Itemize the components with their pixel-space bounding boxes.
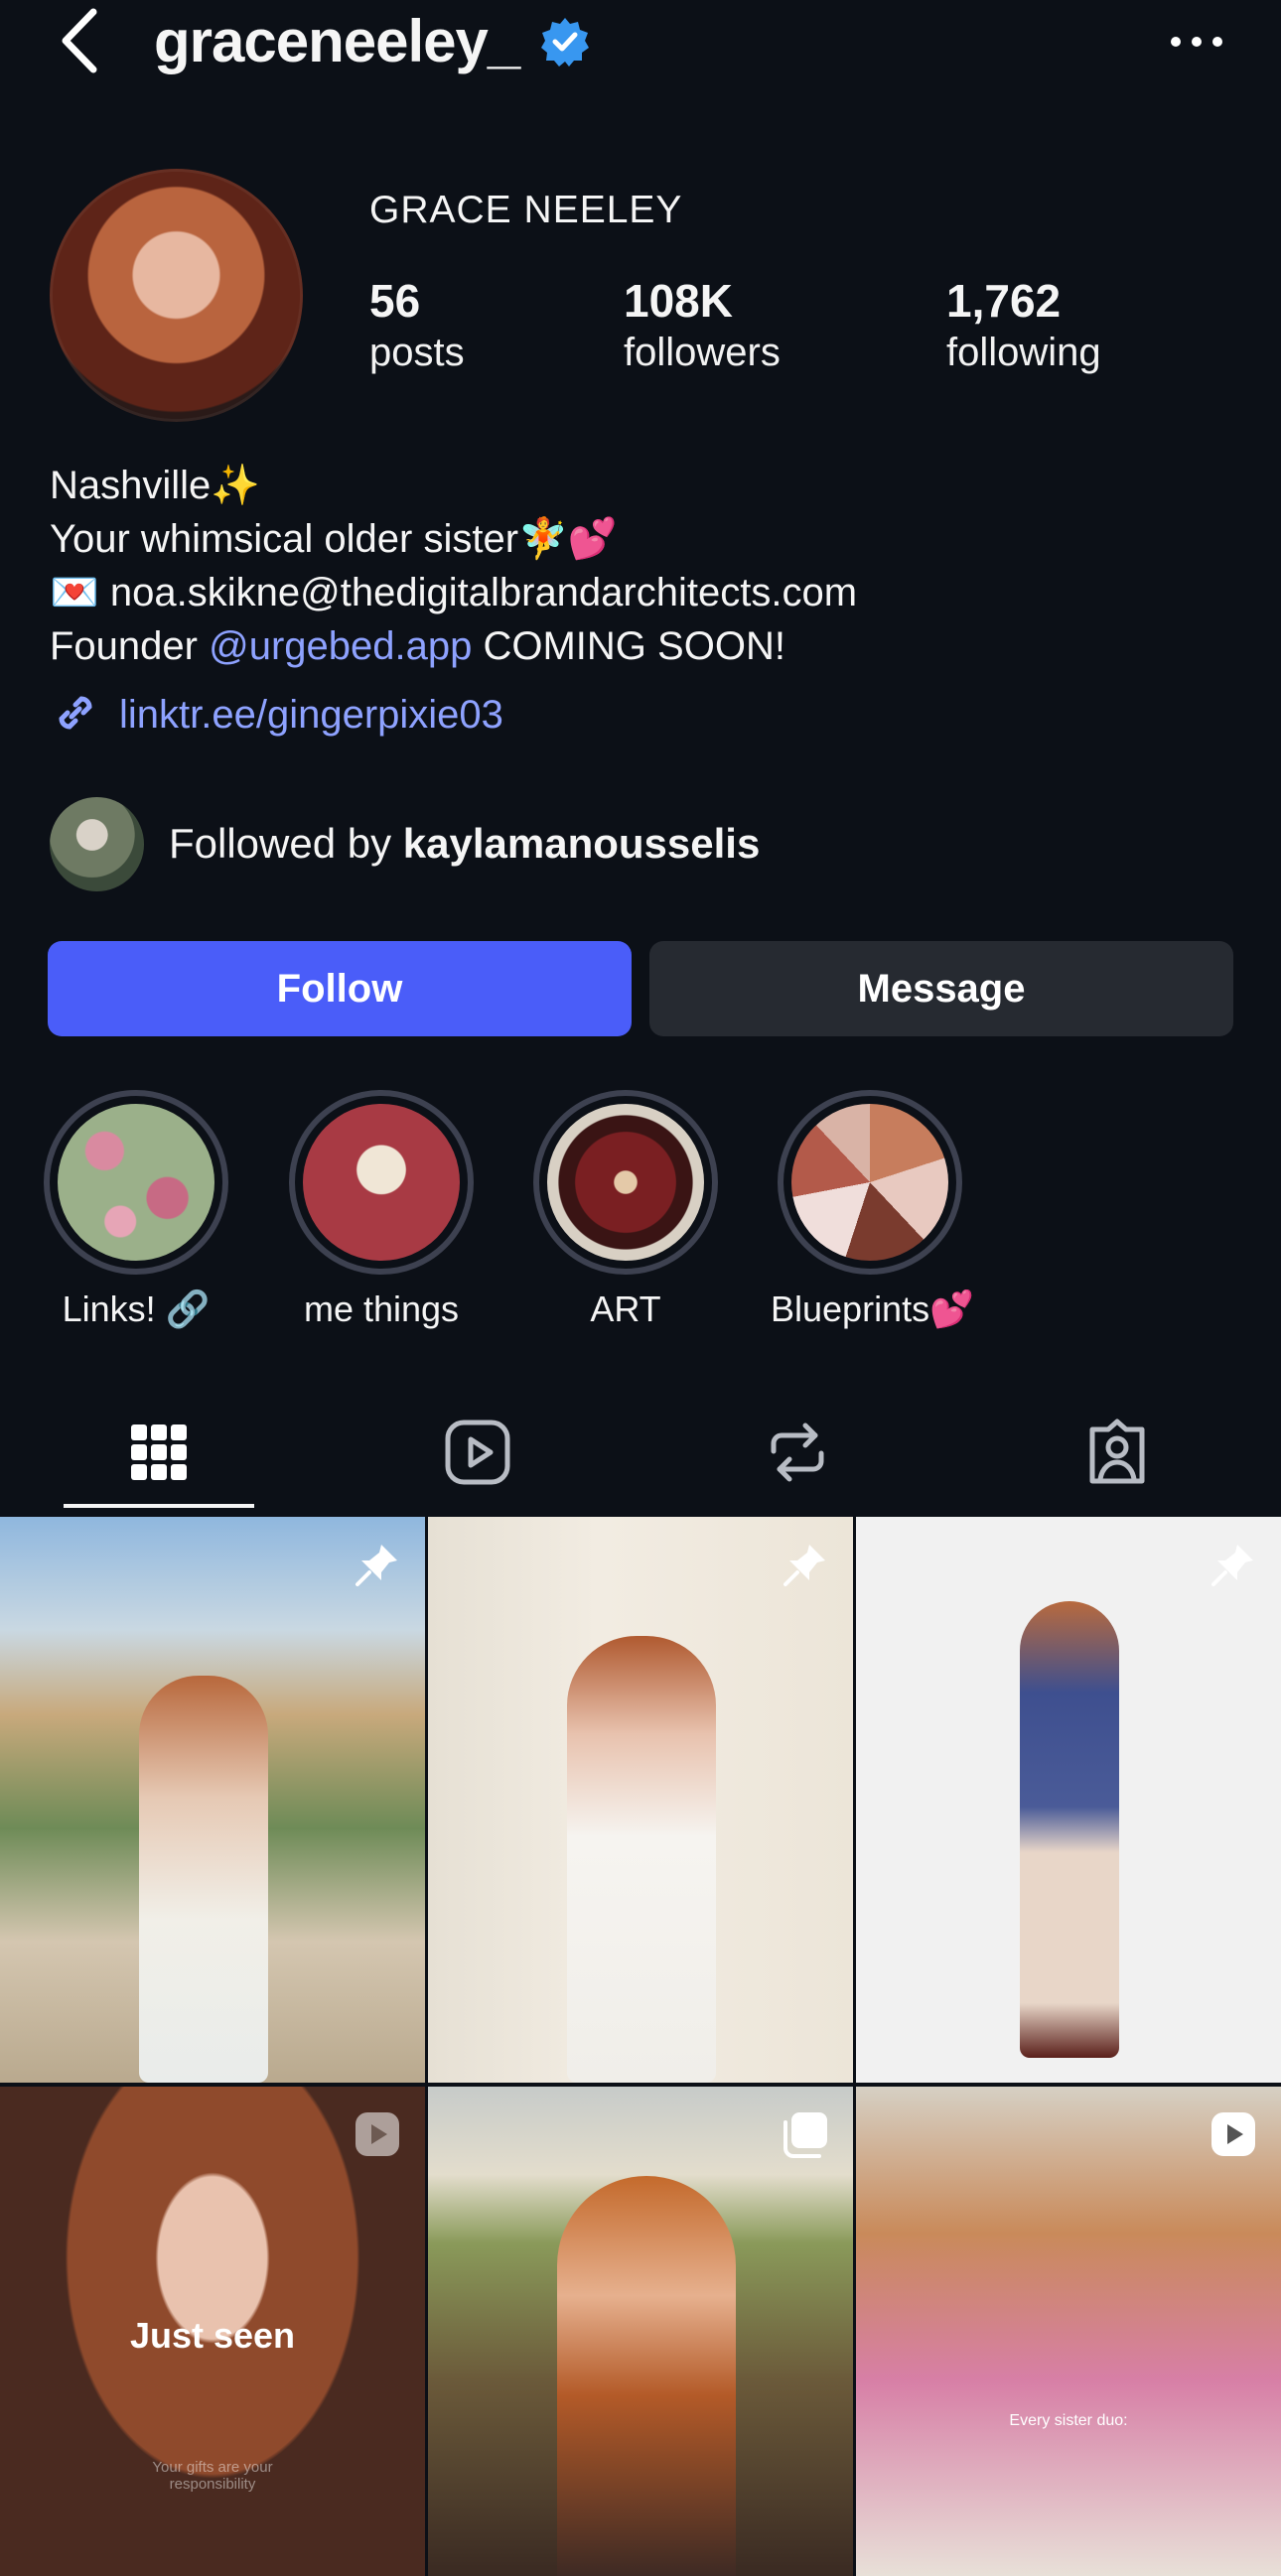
link-icon <box>50 687 101 744</box>
stat-following-label: following <box>946 331 1101 374</box>
highlight-cover <box>791 1104 948 1261</box>
tab-tagged[interactable] <box>1023 1400 1211 1509</box>
profile-full-name: GRACE NEELEY <box>369 189 683 231</box>
stat-posts-label: posts <box>369 331 465 374</box>
followed-by-prefix: Followed by <box>169 820 403 867</box>
post-caption-overlay: Every sister duo: <box>1009 2412 1128 2429</box>
verified-badge-icon <box>539 16 591 68</box>
grid-icon <box>129 1421 189 1489</box>
bio-line-email: 💌 noa.skikne@thedigitalbrandarchitects.c… <box>50 571 858 614</box>
post-tile[interactable]: Every sister duo: <box>856 2087 1281 2576</box>
post-tile[interactable] <box>856 1517 1281 2083</box>
followed-by-text: Followed by kaylamanousselis <box>169 820 760 868</box>
bio-line-location: Nashville✨ <box>50 464 261 507</box>
external-link[interactable]: linktr.ee/gingerpixie03 <box>50 685 503 745</box>
followed-by-row[interactable]: Followed by kaylamanousselis <box>50 794 760 893</box>
bio-mention-link[interactable]: @urgebed.app <box>209 624 472 668</box>
highlight-blueprints[interactable]: Blueprints💕 <box>771 1090 974 1330</box>
highlight-ring <box>533 1090 718 1275</box>
message-button[interactable]: Message <box>649 941 1233 1036</box>
highlight-ring <box>44 1090 228 1275</box>
reposts-icon <box>766 1418 829 1492</box>
follow-button[interactable]: Follow <box>48 941 632 1036</box>
profile-avatar[interactable] <box>50 169 303 422</box>
bio-founder-suffix: COMING SOON! <box>472 624 785 668</box>
reel-icon <box>1208 2108 1259 2160</box>
active-tab-indicator <box>64 1504 254 1508</box>
follower-avatar <box>50 796 144 891</box>
highlight-cover <box>58 1104 214 1261</box>
profile-username: graceneeley_ <box>154 8 520 74</box>
carousel-icon <box>780 2108 831 2160</box>
highlight-label: me things <box>303 1288 460 1329</box>
top-bar: graceneeley_ <box>0 0 1281 89</box>
stat-following-value: 1,762 <box>946 275 1062 327</box>
posts-grid: Just seen Your gifts are your responsibi… <box>0 1517 1281 2576</box>
highlight-links[interactable]: Links! 🔗 <box>37 1090 235 1330</box>
post-subject <box>1020 1601 1119 2058</box>
bio-line-tagline: Your whimsical older sister🧚💕 <box>50 517 618 561</box>
profile-tabs <box>0 1400 1281 1514</box>
reels-icon <box>443 1418 512 1492</box>
bio-founder-prefix: Founder <box>50 624 210 668</box>
tab-reels[interactable] <box>383 1400 572 1509</box>
highlight-label: Blueprints💕 <box>771 1288 974 1329</box>
stat-followers-value: 108K <box>624 275 733 327</box>
stat-following[interactable]: 1,762 following <box>946 273 1101 376</box>
chevron-left-icon[interactable] <box>50 6 109 75</box>
post-caption-subtext: Your gifts are your responsibility <box>152 2459 273 2493</box>
highlight-ring <box>778 1090 962 1275</box>
followed-by-username: kaylamanousselis <box>402 820 761 867</box>
highlight-art[interactable]: ART <box>526 1090 725 1330</box>
highlight-me-things[interactable]: me things <box>282 1090 481 1330</box>
reel-icon <box>352 2108 403 2160</box>
pin-icon <box>1208 1539 1259 1590</box>
highlight-ring <box>289 1090 474 1275</box>
tagged-icon <box>1082 1418 1152 1492</box>
tab-reposts[interactable] <box>703 1400 892 1509</box>
profile-bio: Nashville✨ Your whimsical older sister🧚💕… <box>50 459 857 673</box>
post-tile[interactable]: Just seen Your gifts are your responsibi… <box>0 2087 425 2576</box>
post-tile[interactable] <box>428 2087 853 2576</box>
highlight-label: ART <box>590 1288 661 1329</box>
post-subject <box>567 1636 716 2083</box>
post-subject <box>139 1676 268 2083</box>
stat-followers[interactable]: 108K followers <box>624 273 781 376</box>
tab-posts[interactable] <box>65 1400 253 1509</box>
stat-posts[interactable]: 56 posts <box>369 273 465 376</box>
post-subject <box>557 2176 736 2576</box>
stat-posts-value: 56 <box>369 275 421 327</box>
bio-line-founder: Founder @urgebed.app COMING SOON! <box>50 619 857 673</box>
post-tile[interactable] <box>0 1517 425 2083</box>
highlight-cover <box>547 1104 704 1261</box>
more-horizontal-icon[interactable] <box>1162 22 1231 62</box>
pin-icon <box>352 1539 403 1590</box>
post-caption-overlay: Just seen <box>129 2315 296 2356</box>
post-tile[interactable] <box>428 1517 853 2083</box>
pin-icon <box>780 1539 831 1590</box>
highlight-cover <box>303 1104 460 1261</box>
external-link-text[interactable]: linktr.ee/gingerpixie03 <box>119 693 503 738</box>
highlight-label: Links! 🔗 <box>62 1288 211 1329</box>
stat-followers-label: followers <box>624 331 781 374</box>
